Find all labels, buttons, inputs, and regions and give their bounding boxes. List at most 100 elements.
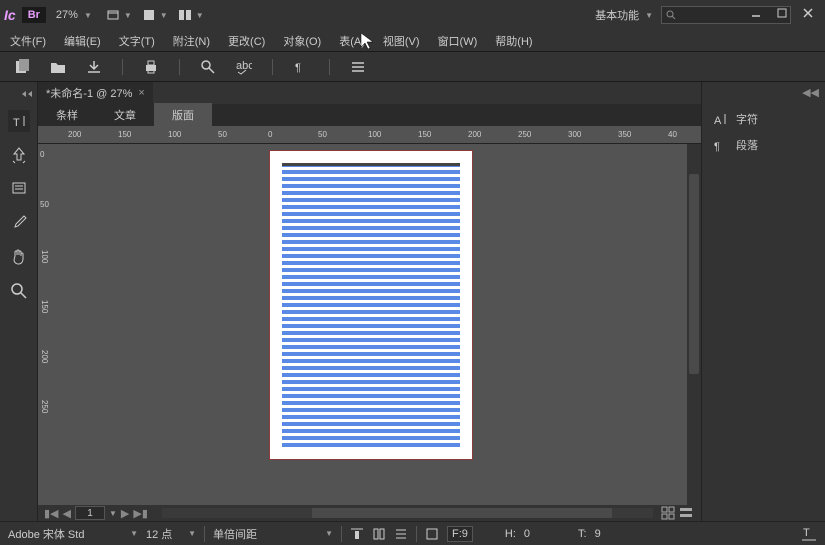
svg-text:¶: ¶ [714, 141, 720, 153]
zoom-select[interactable]: 27% ▼ [56, 9, 92, 21]
h-label: H: [505, 528, 516, 540]
scrollbar-thumb[interactable] [689, 174, 699, 374]
arrange-select[interactable]: ▼ [178, 8, 204, 22]
find-icon[interactable] [200, 59, 216, 75]
first-page-button[interactable]: ▮◀ [44, 507, 59, 520]
vertical-scrollbar[interactable] [687, 144, 701, 505]
tab-layout[interactable]: 版面 [154, 103, 212, 127]
pilcrow-icon[interactable]: ¶ [293, 59, 309, 75]
zoom-value: 27% [56, 9, 78, 21]
scrollbar-thumb[interactable] [312, 508, 612, 518]
eyedropper-tool[interactable] [8, 212, 30, 234]
print-icon[interactable] [143, 59, 159, 75]
position-tool[interactable] [8, 144, 30, 166]
search-icon [666, 10, 676, 20]
leading-select[interactable]: 单倍间距 ▼ [213, 526, 333, 542]
list-view-icon[interactable] [679, 506, 693, 520]
document-tab[interactable]: *未命名-1 @ 27% × [38, 82, 153, 104]
open-icon[interactable] [50, 59, 66, 75]
align-top-icon[interactable] [350, 527, 364, 541]
bridge-button[interactable]: Br [22, 7, 46, 23]
svg-text:T: T [13, 117, 20, 129]
title-bar: Ic Br 27% ▼ ▼ ▼ ▼ 基本功能 ▼ [0, 0, 825, 30]
new-icon[interactable] [14, 59, 30, 75]
page[interactable] [269, 150, 473, 460]
next-page-button[interactable]: ▶ [121, 507, 129, 520]
menu-text[interactable]: 文字(T) [119, 33, 155, 49]
status-bar: Adobe 宋体 Std ▼ 12 点 ▼ 单倍间距 ▼ F:9 H:0 T:9… [0, 521, 825, 545]
tab-article[interactable]: 文章 [96, 103, 154, 127]
main-area: T *未命名-1 @ 27% × 条样 文章 版面 200 150 100 50… [0, 82, 825, 521]
view-mode-select[interactable]: ▼ [142, 8, 168, 22]
view-sub-tabs: 条样 文章 版面 [38, 104, 701, 126]
workspace-label: 基本功能 [595, 7, 639, 23]
font-size-select[interactable]: 12 点 ▼ [146, 526, 196, 542]
grid-view-icon[interactable] [661, 506, 675, 520]
horizontal-ruler: 200 150 100 50 0 50 100 150 200 250 300 … [38, 126, 701, 144]
menu-window[interactable]: 窗口(W) [438, 33, 478, 49]
fit-frame-icon[interactable] [425, 527, 439, 541]
menu-changes[interactable]: 更改(C) [228, 33, 265, 49]
chevron-down-icon: ▼ [188, 529, 196, 538]
list-icon[interactable] [350, 59, 366, 75]
type-tool[interactable]: T [8, 110, 30, 132]
document-tab-title: *未命名-1 @ 27% [46, 85, 132, 101]
chevron-down-icon[interactable]: ▼ [109, 509, 117, 518]
zoom-tool[interactable] [8, 280, 30, 302]
maximize-button[interactable] [777, 8, 787, 18]
canvas[interactable] [56, 144, 685, 505]
page-number-input[interactable] [75, 506, 105, 520]
separator [341, 526, 342, 542]
mouse-cursor [360, 32, 374, 50]
chevron-down-icon: ▼ [124, 11, 132, 20]
columns-icon[interactable] [372, 527, 386, 541]
minimize-button[interactable] [751, 8, 761, 18]
close-button[interactable] [803, 8, 813, 18]
svg-text:A: A [714, 115, 722, 127]
menu-view[interactable]: 视图(V) [383, 33, 420, 49]
menu-file[interactable]: 文件(F) [10, 33, 46, 49]
menu-help[interactable]: 帮助(H) [495, 33, 532, 49]
screen-mode-icon [106, 8, 120, 22]
page-text-frame[interactable] [282, 163, 460, 447]
f-field[interactable]: F:9 [447, 526, 473, 542]
collapse-right-icon[interactable]: ◀◀ [802, 86, 819, 99]
close-tab-icon[interactable]: × [138, 87, 144, 99]
font-select[interactable]: Adobe 宋体 Std ▼ [8, 526, 138, 542]
baseline-icon[interactable]: T [801, 526, 817, 542]
tab-story[interactable]: 条样 [38, 103, 96, 127]
panel-paragraph[interactable]: ¶ 段落 [702, 132, 825, 158]
panel-character[interactable]: A 字符 [702, 106, 825, 132]
save-icon[interactable] [86, 59, 102, 75]
window-controls [751, 8, 813, 18]
prev-page-button[interactable]: ◀ [63, 507, 71, 520]
separator [416, 526, 417, 542]
workspace-select[interactable]: 基本功能 ▼ [595, 7, 653, 23]
separator [204, 526, 205, 542]
chevron-down-icon: ▼ [645, 11, 653, 20]
chevron-down-icon: ▼ [84, 11, 92, 20]
panel-paragraph-label: 段落 [736, 137, 758, 153]
justify-icon[interactable] [394, 527, 408, 541]
separator [272, 59, 273, 75]
svg-text:T: T [803, 527, 810, 539]
h-value: 0 [524, 528, 530, 540]
spellcheck-icon[interactable]: abc [236, 59, 252, 75]
last-page-button[interactable]: ▶▮ [133, 507, 148, 520]
leading-value: 单倍间距 [213, 526, 257, 542]
chevron-down-icon: ▼ [160, 11, 168, 20]
menu-notes[interactable]: 附注(N) [173, 33, 210, 49]
arrange-icon [178, 8, 192, 22]
note-tool[interactable] [8, 178, 30, 200]
horizontal-scrollbar[interactable] [162, 508, 653, 518]
screen-mode-select[interactable]: ▼ [106, 8, 132, 22]
hand-tool[interactable] [8, 246, 30, 268]
collapse-left-icon[interactable] [21, 90, 33, 98]
chevron-down-icon: ▼ [325, 529, 333, 538]
menu-edit[interactable]: 编辑(E) [64, 33, 101, 49]
app-icon: Ic [4, 7, 16, 23]
font-name: Adobe 宋体 Std [8, 526, 84, 542]
panel-character-label: 字符 [736, 111, 758, 127]
menu-object[interactable]: 对象(O) [283, 33, 321, 49]
separator [329, 59, 330, 75]
